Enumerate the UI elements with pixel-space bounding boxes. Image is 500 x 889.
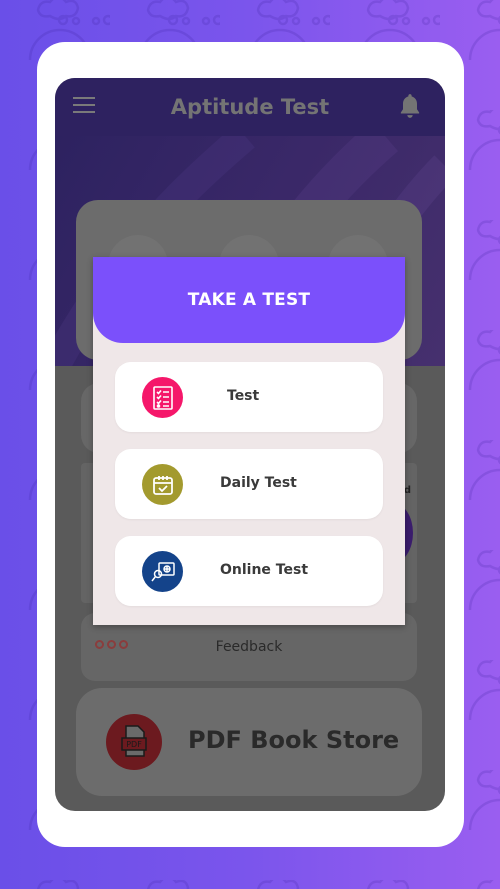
option-online-test-label: Online Test (220, 562, 309, 578)
option-test[interactable]: Test (115, 362, 383, 432)
bell-icon[interactable] (397, 92, 423, 120)
pdf-icon: PDF (106, 714, 162, 770)
svg-text:PDF: PDF (126, 740, 142, 749)
dialog-header: TAKE A TEST (93, 257, 405, 343)
app-title: Aptitude Test (170, 95, 330, 119)
app-bar: Aptitude Test (55, 78, 445, 136)
option-online-test[interactable]: Online Test (115, 536, 383, 606)
option-test-label: Test (227, 388, 260, 404)
take-test-dialog: TAKE A TEST Test Daily Test Online Test (93, 257, 405, 625)
online-exam-icon (142, 551, 183, 592)
feedback-icon (95, 640, 128, 649)
option-daily-test-label: Daily Test (220, 475, 297, 491)
feedback-label: Feedback (215, 639, 283, 655)
menu-icon[interactable] (73, 97, 95, 115)
dialog-title: TAKE A TEST (187, 290, 311, 310)
pdf-store-label: PDF Book Store (188, 726, 400, 754)
option-daily-test[interactable]: Daily Test (115, 449, 383, 519)
pdf-book-store-card: PDF PDF Book Store (76, 688, 422, 796)
checklist-icon (142, 377, 183, 418)
calendar-check-icon (142, 464, 183, 505)
